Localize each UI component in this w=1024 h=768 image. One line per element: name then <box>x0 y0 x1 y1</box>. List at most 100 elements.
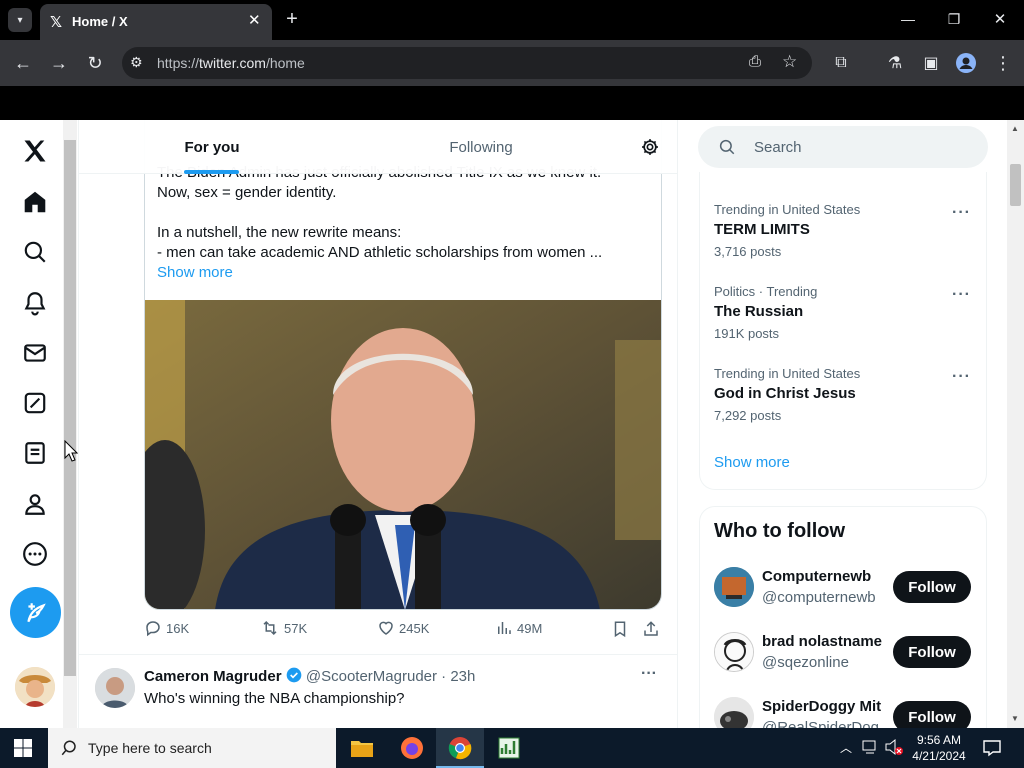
timeline-settings-gear-icon[interactable] <box>640 137 660 162</box>
trend-more-icon[interactable]: ··· <box>952 368 971 386</box>
repost-count: 57K <box>284 620 308 636</box>
windows-taskbar: Type here to search ︿ 9:56 AM 4/21/2024 <box>0 728 1024 768</box>
author-name[interactable]: Cameron Magruder <box>144 668 282 685</box>
views-chart-icon <box>498 622 511 634</box>
notifications-bell-icon[interactable] <box>14 282 56 324</box>
volume-muted-icon[interactable] <box>884 738 904 761</box>
trends-show-more-link[interactable]: Show more <box>714 454 790 471</box>
account-avatar[interactable] <box>15 667 55 707</box>
search-icon <box>719 139 735 155</box>
taskbar-search-box[interactable]: Type here to search <box>48 728 336 768</box>
follow-button[interactable]: Follow <box>893 701 971 728</box>
tweet-more-icon[interactable]: ··· <box>641 665 657 683</box>
address-bar[interactable]: ⚙ https://twitter.com/home ⎙ ☆ <box>122 47 812 79</box>
trend-more-icon[interactable]: ··· <box>952 286 971 304</box>
clock-date: 4/21/2024 <box>912 749 966 763</box>
tweet-photo[interactable] <box>145 300 661 609</box>
trend-item[interactable]: Trending in United States God in Christ … <box>714 366 974 423</box>
tweet-author-avatar[interactable] <box>95 668 135 708</box>
messages-mail-icon[interactable] <box>14 332 56 374</box>
page-scrollbar-thumb[interactable] <box>1010 164 1021 206</box>
back-icon[interactable]: ← <box>12 52 34 74</box>
compose-post-button[interactable] <box>10 587 61 638</box>
minimize-icon[interactable]: — <box>898 9 918 29</box>
views-button[interactable]: 49M <box>495 619 542 637</box>
explore-search-icon[interactable] <box>14 231 56 273</box>
side-panel-icon[interactable]: ▣ <box>920 52 942 74</box>
taskbar-search-input[interactable]: Type here to search <box>88 740 212 756</box>
file-explorer-icon[interactable] <box>350 737 374 764</box>
profile-icon[interactable] <box>955 52 977 74</box>
trend-post-count: 7,292 posts <box>714 408 782 423</box>
x-logo-icon[interactable] <box>14 130 56 172</box>
scroll-up-arrow-icon[interactable]: ▲ <box>1011 124 1019 133</box>
close-tab-icon[interactable]: ✕ <box>248 11 261 29</box>
browser-tab[interactable]: 𝕏 Home / X ✕ <box>40 4 272 40</box>
trend-post-count: 191K posts <box>714 326 780 341</box>
suggested-user-handle[interactable]: @RealSpiderDog <box>762 719 882 728</box>
left-nav-scrollbar[interactable] <box>63 120 77 728</box>
lists-icon[interactable] <box>14 432 56 474</box>
new-tab-icon[interactable]: + <box>282 8 302 30</box>
show-hidden-icons-icon[interactable]: ︿ <box>840 739 852 756</box>
trend-item[interactable]: Trending in United States TERM LIMITS 3,… <box>714 202 974 259</box>
scroll-down-arrow-icon[interactable]: ▼ <box>1011 714 1019 723</box>
quoted-tweet-card[interactable]: The Biden Admin has just officially abol… <box>144 120 662 610</box>
chart-app-icon[interactable] <box>497 736 521 765</box>
suggested-user-name[interactable]: SpiderDoggy Mit <box>762 698 882 715</box>
firefox-icon[interactable] <box>400 736 424 765</box>
url-text: https://twitter.com/home <box>157 55 305 71</box>
grok-icon[interactable] <box>14 382 56 424</box>
taskbar-clock[interactable]: 9:56 AM 4/21/2024 <box>912 732 966 764</box>
reply-button[interactable]: 16K <box>144 619 189 637</box>
repost-button[interactable]: 57K <box>260 619 307 637</box>
suggested-user-handle[interactable]: @sqezonline <box>762 654 882 671</box>
reload-icon[interactable]: ↻ <box>84 52 106 74</box>
home-icon[interactable] <box>14 181 56 223</box>
windows-start-icon[interactable] <box>14 739 32 762</box>
profile-person-icon[interactable] <box>14 483 56 525</box>
tweet-time[interactable]: · 23h <box>441 668 475 685</box>
search-input[interactable]: Search <box>754 139 802 156</box>
close-window-icon[interactable]: ✕ <box>990 9 1010 29</box>
network-icon[interactable] <box>862 738 880 761</box>
suggested-user-name[interactable]: Computernewb <box>762 568 882 585</box>
suggested-user-avatar[interactable] <box>714 567 754 607</box>
bookmark-button[interactable] <box>611 620 629 643</box>
restore-icon[interactable]: ❐ <box>944 9 964 29</box>
trend-meta: Politics · Trending <box>714 284 818 299</box>
search-box[interactable]: Search <box>698 126 988 168</box>
timeline-header: For you Following <box>79 120 677 174</box>
tab-for-you[interactable]: For you <box>79 120 345 174</box>
install-app-icon[interactable]: ⎙ <box>749 53 761 70</box>
suggested-user-handle[interactable]: @computernewb <box>762 589 882 606</box>
bookmark-bar <box>0 86 1024 120</box>
more-options-icon[interactable] <box>14 533 56 575</box>
like-button[interactable]: 245K <box>377 619 429 637</box>
show-more-link[interactable]: Show more <box>157 263 233 283</box>
tab-search-icon[interactable]: ▾ <box>8 8 32 32</box>
tweet-text-line: Now, sex = gender identity. <box>157 184 337 201</box>
forward-icon[interactable]: → <box>48 52 70 74</box>
extensions-icon[interactable]: ⧉ <box>830 52 852 74</box>
site-info-icon[interactable]: ⚙ <box>130 54 143 71</box>
author-handle[interactable]: @ScooterMagruder <box>306 668 437 685</box>
like-count: 245K <box>399 620 430 636</box>
tweet-header: Cameron Magruder @ScooterMagruder · 23h <box>144 667 475 687</box>
trend-more-icon[interactable]: ··· <box>952 204 971 222</box>
menu-icon[interactable]: ⋮ <box>992 52 1014 74</box>
page-scrollbar[interactable]: ▲ ▼ <box>1007 120 1024 728</box>
trend-meta: Trending in United States <box>714 366 861 381</box>
follow-button[interactable]: Follow <box>893 571 971 603</box>
follow-button[interactable]: Follow <box>893 636 971 668</box>
tab-following[interactable]: Following <box>345 120 617 174</box>
trend-item[interactable]: Politics · Trending The Russian 191K pos… <box>714 284 974 341</box>
share-button[interactable] <box>642 620 660 643</box>
labs-icon[interactable]: ⚗ <box>884 52 906 74</box>
suggested-user-name[interactable]: brad nolastname <box>762 633 882 650</box>
notifications-center-icon[interactable] <box>982 738 1002 763</box>
bookmark-star-icon[interactable]: ☆ <box>782 52 797 72</box>
chrome-taskbar-button[interactable] <box>436 728 484 768</box>
suggested-user-avatar[interactable] <box>714 632 754 672</box>
scrollbar-thumb[interactable] <box>64 140 76 676</box>
